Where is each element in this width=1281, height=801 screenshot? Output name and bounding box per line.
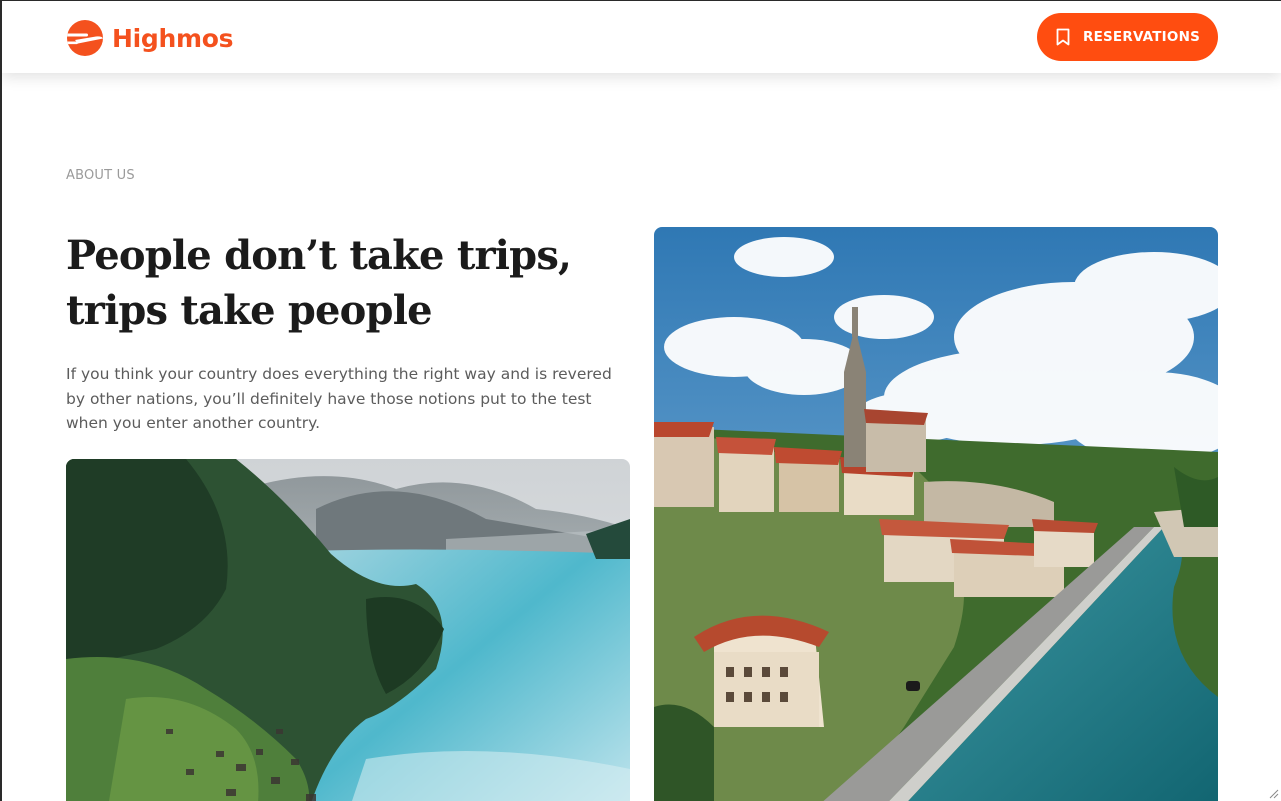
section-lead-paragraph: If you think your country does everythin… xyxy=(66,365,612,432)
bookmark-icon xyxy=(1056,28,1070,46)
brand-logo[interactable]: Highmos xyxy=(66,19,234,57)
window-frame-left xyxy=(0,0,2,801)
lake-valley-photo xyxy=(66,459,630,801)
window-frame-top xyxy=(0,0,1281,1)
top-navigation-bar: Highmos RESERVATIONS xyxy=(2,1,1281,73)
section-eyebrow: ABOUT US xyxy=(66,168,135,183)
brand-name: Highmos xyxy=(112,23,234,53)
old-town-river-photo xyxy=(654,227,1218,801)
plane-circle-icon xyxy=(67,20,103,56)
section-headline: People don’t take trips, trips take peop… xyxy=(66,232,572,334)
reservations-label: RESERVATIONS xyxy=(1082,29,1201,45)
resize-grip-icon[interactable] xyxy=(1267,787,1279,799)
reservations-button[interactable]: RESERVATIONS xyxy=(1037,13,1218,61)
